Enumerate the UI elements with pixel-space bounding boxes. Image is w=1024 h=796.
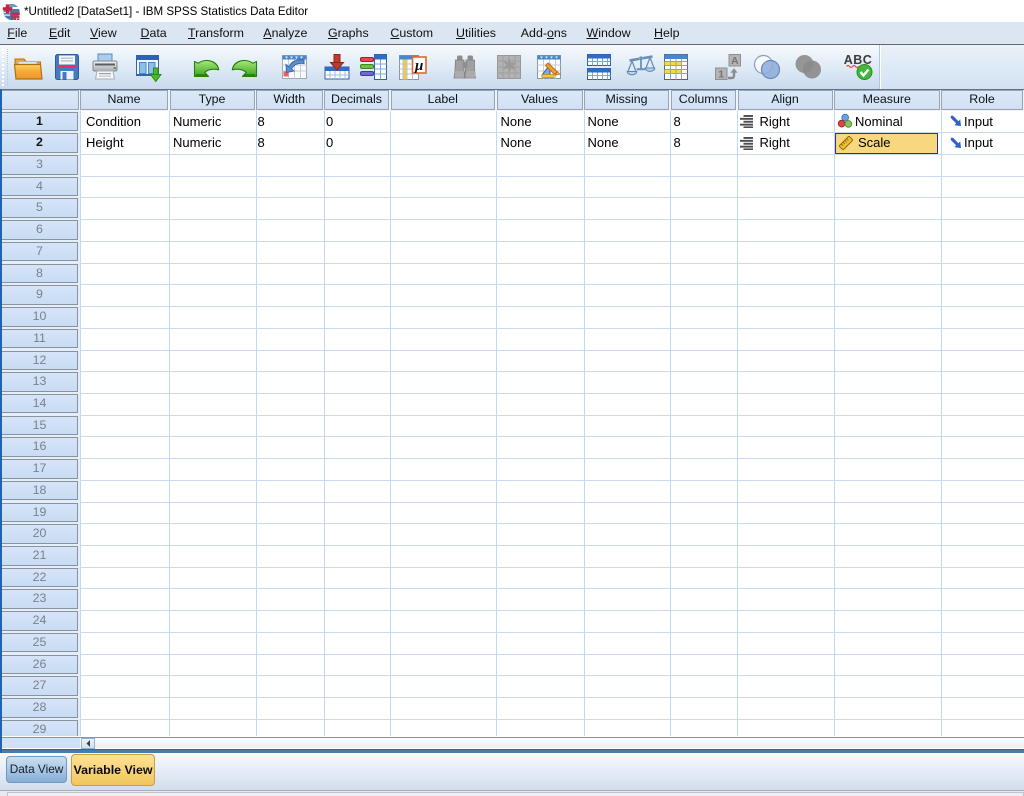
svg-text:1: 1 xyxy=(718,68,724,80)
svg-text:μ: μ xyxy=(414,58,423,74)
svg-text:A: A xyxy=(731,55,739,67)
